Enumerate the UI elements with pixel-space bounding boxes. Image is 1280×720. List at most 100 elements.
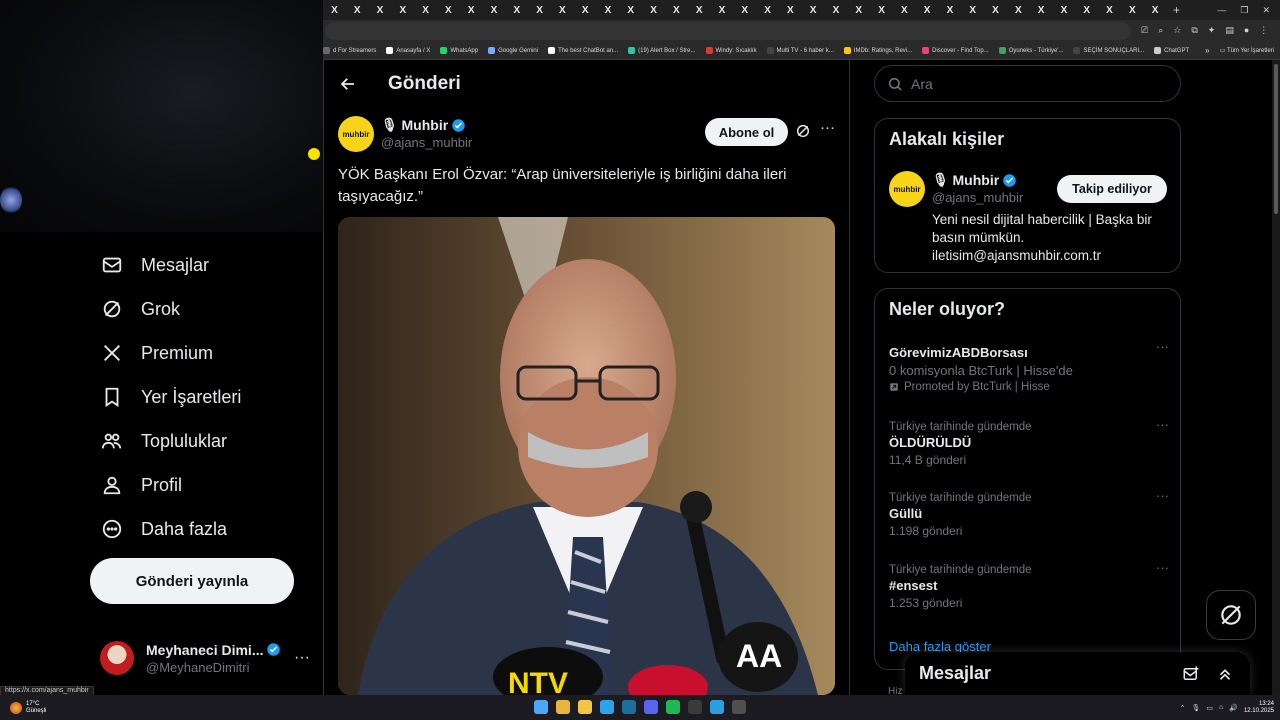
following-button[interactable]: Takip ediliyor <box>1057 175 1167 203</box>
chrome-icon[interactable] <box>556 700 570 714</box>
discord-icon[interactable] <box>644 700 658 714</box>
bookmark-item[interactable]: IMDb: Ratings, Revi... <box>843 47 912 54</box>
browser-tab[interactable]: X <box>369 0 392 20</box>
trend-item[interactable]: Türkiye tarihinde gündemde Güllü 1.198 g… <box>889 488 1169 538</box>
tweet-more-icon[interactable]: ··· <box>820 119 835 136</box>
browser-tab[interactable]: X <box>551 0 574 20</box>
file-explorer-icon[interactable] <box>578 700 592 714</box>
browser-tab[interactable]: X <box>619 0 642 20</box>
trend-more-icon[interactable]: ··· <box>1156 560 1169 575</box>
browser-tab[interactable]: X <box>528 0 551 20</box>
all-bookmarks-folder[interactable]: ▭ Tüm Yer İşaretleri <box>1220 47 1274 54</box>
browser-tab[interactable]: X <box>505 0 528 20</box>
grok-icon[interactable] <box>795 123 811 144</box>
tray-chevron-icon[interactable]: ⌃ <box>1180 704 1186 712</box>
subscribe-button[interactable]: Abone ol <box>705 118 788 146</box>
browser-tab[interactable]: X <box>1121 0 1144 20</box>
network-icon[interactable]: ⌂ <box>1219 704 1223 711</box>
windows-start-icon[interactable] <box>534 700 548 714</box>
browser-tab[interactable]: X <box>961 0 984 20</box>
browser-tab[interactable]: X <box>756 0 779 20</box>
bookmark-item[interactable]: Windy: Sıcaklık <box>705 47 757 54</box>
page-scrollbar[interactable] <box>1272 60 1280 695</box>
browser-tab[interactable]: X <box>346 0 369 20</box>
browser-tab[interactable]: X <box>1007 0 1030 20</box>
sidepanel-icon[interactable]: ▤ <box>1225 25 1234 36</box>
microphone-tray-icon[interactable]: 🎙 <box>1192 704 1201 712</box>
spotify-icon[interactable] <box>666 700 680 714</box>
tweet-image[interactable]: NTV AA <box>338 217 835 695</box>
browser-tab[interactable]: X <box>1144 0 1167 20</box>
post-button[interactable]: Gönderi yayınla <box>90 558 294 604</box>
extensions-puzzle-icon[interactable]: ✦ <box>1208 25 1216 36</box>
bookmark-item[interactable]: (19) Alert Box / Stre... <box>628 47 696 54</box>
browser-tab[interactable]: X <box>574 0 597 20</box>
expand-up-icon[interactable] <box>1216 665 1234 683</box>
related-avatar[interactable]: muhbir <box>889 171 925 207</box>
search-input[interactable]: Ara <box>874 65 1181 102</box>
messages-drawer[interactable]: Mesajlar <box>905 652 1250 695</box>
sidebar-item-premium[interactable]: Premium <box>100 331 241 375</box>
account-more-icon[interactable]: ··· <box>294 649 310 667</box>
bookmark-item[interactable]: Multi TV - 6 haber k... <box>766 47 834 54</box>
sidebar-item-bookmarks[interactable]: Yer İşaretleri <box>100 375 241 419</box>
new-tab-button[interactable]: + <box>1166 3 1186 17</box>
weather-widget[interactable]: 17°C Güneşli <box>10 701 46 715</box>
sidebar-item-communities[interactable]: Topluluklar <box>100 419 241 463</box>
bookmark-item[interactable]: Google Gemini <box>488 47 538 54</box>
bookmark-item[interactable]: ChatGPT <box>1154 47 1189 54</box>
browser-tab[interactable]: X <box>711 0 734 20</box>
grok-floating-button[interactable] <box>1206 590 1256 640</box>
trend-more-icon[interactable]: ··· <box>1156 488 1169 503</box>
bookmarks-overflow-icon[interactable]: » <box>1205 46 1209 55</box>
menu-icon[interactable]: ⋮ <box>1259 25 1268 36</box>
bookmark-star-icon[interactable]: ☆ <box>1173 25 1181 36</box>
install-app-icon[interactable]: ⎚ <box>1141 25 1148 36</box>
clock[interactable]: 13:24 12.10.2025 <box>1244 701 1274 715</box>
browser-tab[interactable]: X <box>984 0 1007 20</box>
bookmark-item[interactable]: d For Streamers <box>323 47 376 54</box>
browser-tab[interactable]: X <box>802 0 825 20</box>
browser-tab[interactable]: X <box>391 0 414 20</box>
extension-icon[interactable]: ⧉ <box>1191 25 1197 36</box>
account-switcher[interactable]: Meyhaneci Dimi... @MeyhaneDimitri ··· <box>100 636 310 680</box>
browser-tab[interactable]: X <box>847 0 870 20</box>
trend-item[interactable]: Türkiye tarihinde gündemde #ensest 1.253… <box>889 560 1169 610</box>
zoom-icon[interactable]: ⌕ <box>1158 25 1163 36</box>
browser-tab[interactable]: X <box>870 0 893 20</box>
edge-icon[interactable] <box>600 700 614 714</box>
browser-tab[interactable]: X <box>688 0 711 20</box>
obs-icon[interactable] <box>732 700 746 714</box>
browser-tab[interactable]: X <box>597 0 620 20</box>
browser-tab[interactable]: X <box>733 0 756 20</box>
browser-tab[interactable]: X <box>437 0 460 20</box>
minimize-icon[interactable]: — <box>1217 5 1226 16</box>
browser-tab[interactable]: X <box>779 0 802 20</box>
browser-tab[interactable]: X <box>1053 0 1076 20</box>
trend-item[interactable]: Türkiye tarihinde gündemde ÖLDÜRÜLDÜ 11,… <box>889 417 1169 467</box>
sidebar-item-profile[interactable]: Profil <box>100 463 241 507</box>
browser-tab[interactable]: X <box>1098 0 1121 20</box>
back-button[interactable] <box>328 64 368 104</box>
close-window-icon[interactable]: ✕ <box>1262 5 1270 16</box>
bookmark-item[interactable]: The best ChatBot an... <box>548 47 618 54</box>
sidebar-item-more[interactable]: Daha fazla <box>100 507 241 551</box>
scrollbar-thumb[interactable] <box>1274 64 1278 214</box>
trend-more-icon[interactable]: ··· <box>1156 417 1169 432</box>
browser-tab[interactable]: X <box>665 0 688 20</box>
browser-tab[interactable]: X <box>893 0 916 20</box>
browser-tab[interactable]: X <box>916 0 939 20</box>
browser-tab[interactable]: X <box>642 0 665 20</box>
maximize-icon[interactable]: ❐ <box>1240 5 1248 16</box>
browser-tab[interactable]: X <box>414 0 437 20</box>
steam-icon[interactable] <box>622 700 636 714</box>
bookmark-item[interactable]: Discover - Find Top... <box>922 47 989 54</box>
browser-tab[interactable]: X <box>1075 0 1098 20</box>
browser-tab[interactable]: X <box>825 0 848 20</box>
kick-icon[interactable] <box>688 700 702 714</box>
author-avatar[interactable]: muhbir <box>338 116 374 152</box>
bookmark-item[interactable]: WhatsApp <box>440 47 478 54</box>
new-message-icon[interactable] <box>1182 665 1200 683</box>
profile-icon[interactable]: ● <box>1244 25 1249 36</box>
tweet-author[interactable]: 🎙 Muhbir @ajans_muhbir <box>381 117 472 150</box>
